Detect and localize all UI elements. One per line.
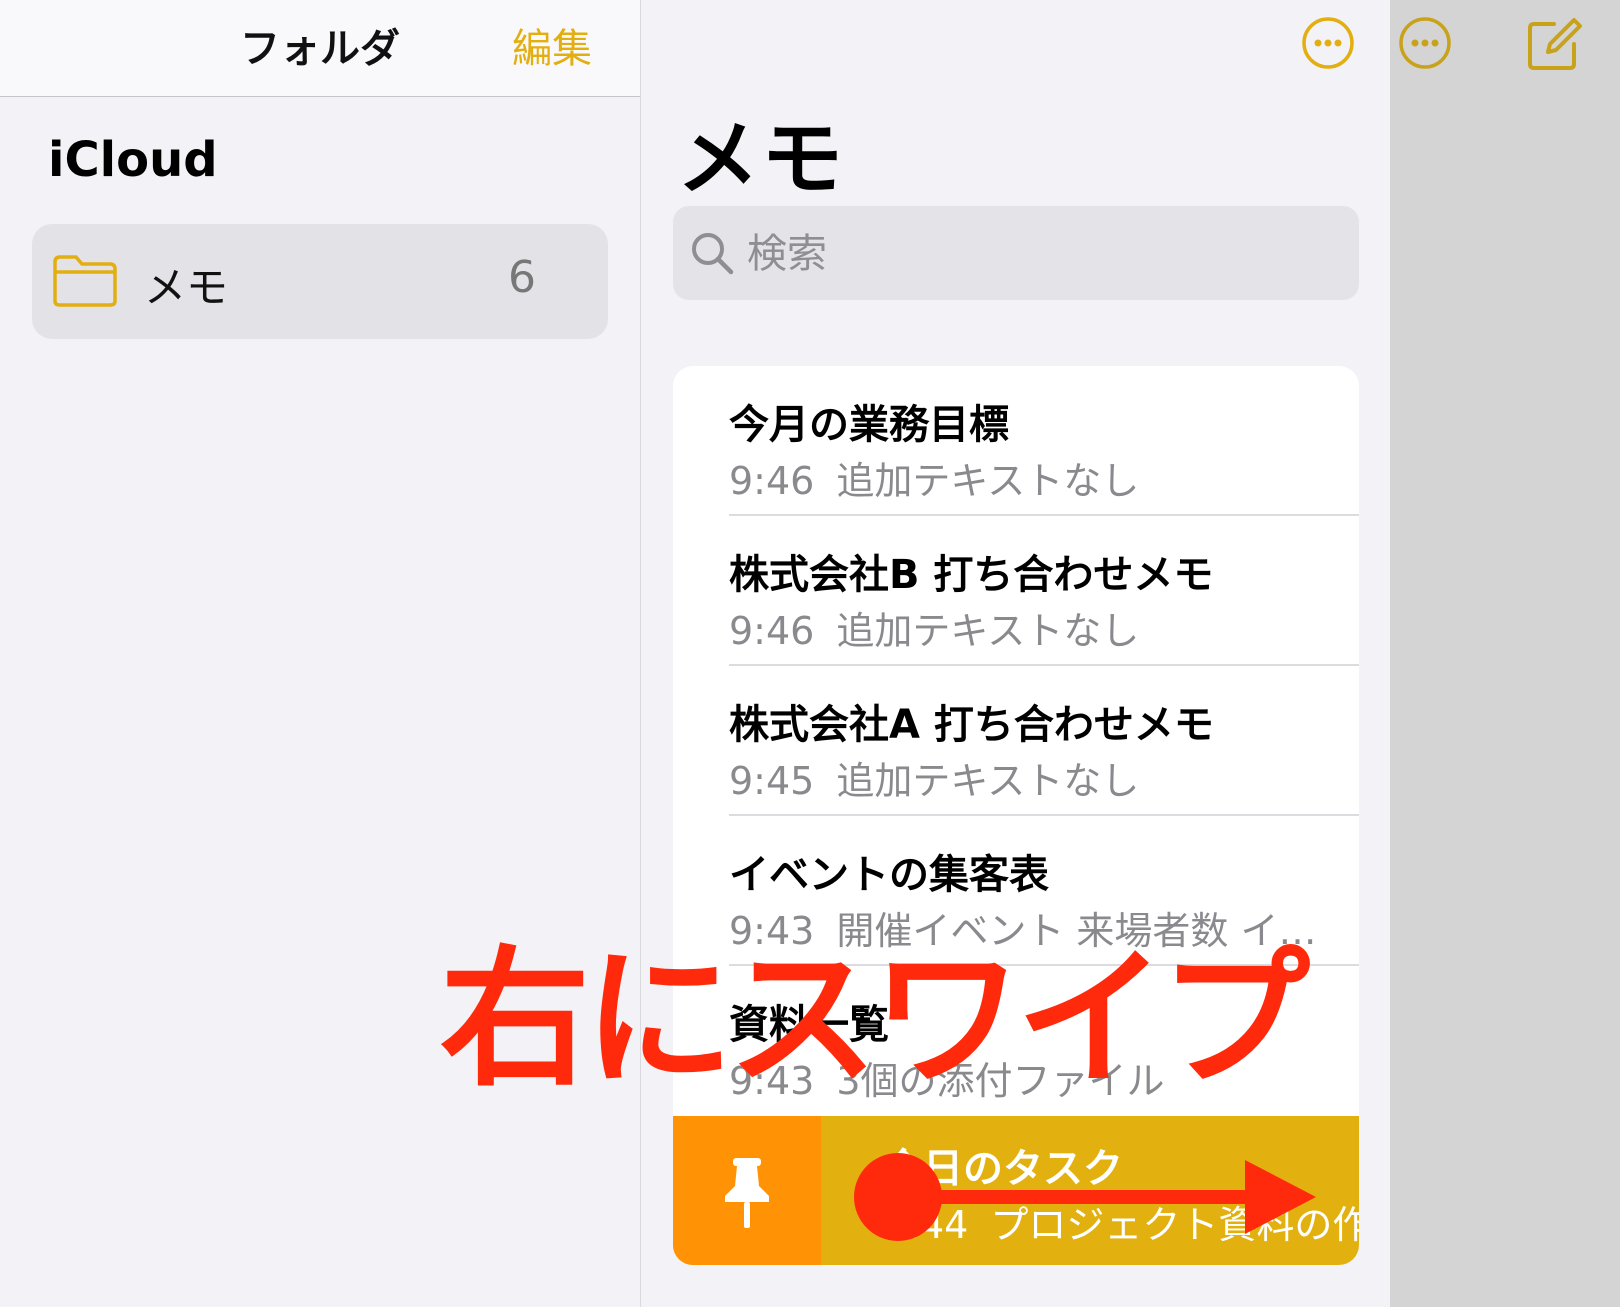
note-preview: 3個の添付ファイル bbox=[836, 1059, 1165, 1103]
note-time: 9:45 bbox=[729, 759, 815, 803]
note-row[interactable]: 今月の業務目標 9:46 追加テキストなし bbox=[673, 366, 1359, 516]
note-preview: 追加テキストなし bbox=[836, 759, 1140, 803]
notes-list-pane: メモ 今月の業務目標 9:46 追加テキストなし 株式会社B 打ち合わせメモ 9:… bbox=[641, 0, 1390, 1307]
page-title: メモ bbox=[677, 112, 846, 207]
search-input[interactable] bbox=[745, 224, 1329, 284]
account-heading: iCloud bbox=[48, 132, 218, 188]
more-options-icon[interactable] bbox=[1301, 16, 1355, 70]
note-title: 今月の業務目標 bbox=[729, 402, 1009, 448]
search-bar[interactable] bbox=[673, 206, 1359, 300]
note-title: 株式会社B 打ち合わせメモ bbox=[729, 552, 1214, 598]
note-meta: 9:43 3個の添付ファイル bbox=[729, 1050, 1165, 1105]
note-meta: 9:44 プロジェクト資料の作 bbox=[883, 1194, 1359, 1249]
search-icon bbox=[692, 233, 734, 275]
folders-sidebar: フォルダ 編集 iCloud メモ 6 bbox=[0, 0, 640, 1307]
note-row[interactable]: 株式会社A 打ち合わせメモ 9:45 追加テキストなし bbox=[673, 666, 1359, 816]
note-title: 株式会社A 打ち合わせメモ bbox=[729, 702, 1214, 748]
note-time: 9:43 bbox=[729, 909, 815, 953]
sidebar-title: フォルダ bbox=[240, 26, 400, 72]
edit-button[interactable]: 編集 bbox=[512, 16, 592, 74]
note-time: 9:46 bbox=[729, 609, 815, 653]
note-time: 9:46 bbox=[729, 459, 815, 503]
note-row[interactable]: 株式会社B 打ち合わせメモ 9:46 追加テキストなし bbox=[673, 516, 1359, 666]
note-meta: 9:43 開催イベント 来場者数 イ… bbox=[729, 900, 1317, 955]
note-meta: 9:46 追加テキストなし bbox=[729, 600, 1139, 655]
note-preview: 追加テキストなし bbox=[836, 459, 1140, 503]
note-row[interactable]: 資料一覧 9:43 3個の添付ファイル bbox=[673, 966, 1359, 1116]
folder-count: 6 bbox=[508, 252, 536, 303]
notes-list: 今月の業務目標 9:46 追加テキストなし 株式会社B 打ち合わせメモ 9:46 追… bbox=[673, 366, 1359, 1265]
swiped-note-content[interactable]: 今日のタスク 9:44 プロジェクト資料の作 bbox=[821, 1116, 1359, 1265]
folder-item-memo[interactable]: メモ 6 bbox=[32, 224, 608, 339]
note-row[interactable]: イベントの集客表 9:43 開催イベント 来場者数 イ… bbox=[673, 816, 1359, 966]
folder-icon bbox=[53, 255, 117, 307]
note-title: 資料一覧 bbox=[729, 1002, 889, 1048]
note-time: 9:44 bbox=[883, 1203, 969, 1247]
note-time: 9:43 bbox=[729, 1059, 815, 1103]
note-title: イベントの集客表 bbox=[729, 852, 1049, 898]
pin-icon bbox=[725, 1158, 769, 1228]
note-detail-pane bbox=[1390, 0, 1620, 1307]
more-options-icon[interactable] bbox=[1398, 16, 1452, 70]
swiped-note-row[interactable]: 今日のタスク 9:44 プロジェクト資料の作 bbox=[673, 1116, 1359, 1265]
note-preview: 開催イベント 来場者数 イ… bbox=[836, 909, 1317, 953]
note-preview: 追加テキストなし bbox=[836, 609, 1140, 653]
folder-label: メモ bbox=[144, 263, 229, 312]
note-title: 今日のタスク bbox=[883, 1146, 1123, 1192]
compose-icon[interactable] bbox=[1524, 14, 1584, 74]
sidebar-navbar: フォルダ 編集 bbox=[0, 0, 640, 97]
note-preview: プロジェクト資料の作 bbox=[990, 1203, 1359, 1247]
pin-action-button[interactable] bbox=[673, 1116, 821, 1265]
note-meta: 9:45 追加テキストなし bbox=[729, 750, 1139, 805]
note-meta: 9:46 追加テキストなし bbox=[729, 450, 1139, 505]
